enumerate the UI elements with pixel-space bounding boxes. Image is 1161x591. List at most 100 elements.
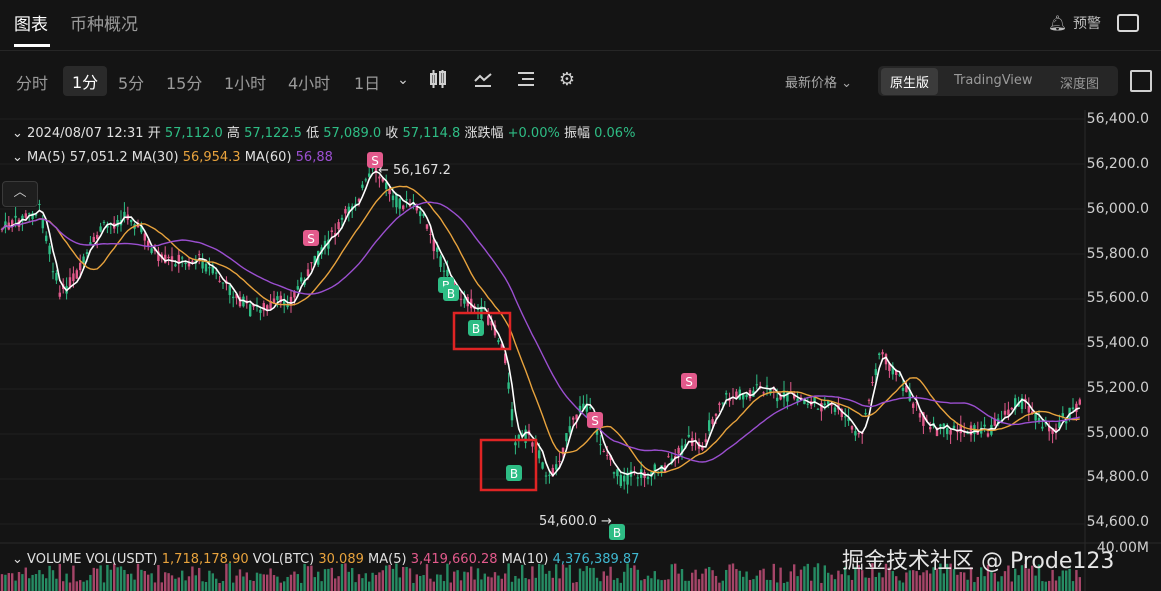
volume-bar [354, 582, 357, 591]
volume-bar [167, 573, 170, 591]
y-axis-label: 56,200.0 [1086, 156, 1149, 172]
collapse-caret-icon[interactable]: ⌄ [12, 126, 23, 141]
candle-body [704, 439, 707, 443]
candle-body [854, 431, 857, 436]
collapse-caret-icon[interactable]: ⌄ [12, 150, 23, 165]
alert-button[interactable]: 🔔︎ 预警 [1048, 13, 1101, 33]
volume-bar [259, 573, 262, 591]
candle-body [558, 460, 561, 462]
candle-body [555, 464, 558, 470]
volume-bar [1034, 575, 1037, 591]
volume-bar [541, 564, 544, 591]
volume-bar [211, 573, 214, 591]
fullscreen-icon[interactable] [1130, 70, 1152, 92]
buy-marker[interactable]: B [443, 285, 459, 301]
price-type-select[interactable]: 最新价格 ⌄ [785, 72, 852, 91]
volume-bar [313, 577, 316, 591]
candle-body [395, 193, 398, 208]
candle-body [983, 424, 986, 427]
volume-bar [816, 563, 820, 591]
interval-15m[interactable]: 15分 [166, 70, 202, 94]
volume-bar [7, 573, 10, 591]
volume-bar [317, 571, 320, 591]
volume-bar [266, 574, 269, 591]
volume-bar [752, 579, 755, 591]
volume-bar [799, 569, 803, 591]
tab-chart[interactable]: 图表 [14, 10, 48, 35]
view-depth[interactable]: 深度图 [1060, 73, 1099, 92]
volume-bar [96, 568, 99, 591]
candle-body [850, 426, 854, 430]
candle-body [619, 474, 622, 486]
candle-body [687, 434, 690, 437]
volume-bar [306, 566, 310, 591]
view-native[interactable]: 原生版 [881, 68, 939, 95]
interval-1m[interactable]: 1分 [63, 66, 108, 96]
candle-body [510, 409, 514, 421]
candle-body [612, 472, 616, 474]
candle-body [344, 209, 347, 214]
sell-marker[interactable]: S [587, 412, 603, 428]
volume-bar [850, 579, 854, 591]
high-annotation: ← 56,167.2 [378, 163, 451, 178]
candle-body [949, 430, 952, 435]
volume-bar [483, 573, 486, 591]
candle-body [174, 264, 177, 267]
candle-body [844, 416, 847, 418]
volume-bar [340, 564, 344, 591]
tab-coin-overview[interactable]: 币种概况 [70, 10, 138, 35]
amplitude-value: 0.06% [594, 126, 636, 141]
interval-4h[interactable]: 4小时 [288, 70, 330, 94]
candle-body [218, 280, 221, 282]
collapse-caret-icon[interactable]: ⌄ [12, 552, 23, 567]
svg-text:B: B [447, 287, 455, 301]
volume-bar [119, 566, 123, 591]
y-axis-label: 56,000.0 [1086, 201, 1149, 217]
candle-body [531, 442, 534, 447]
candle-body [541, 462, 544, 469]
y-axis-label: 55,800.0 [1086, 246, 1149, 262]
volume-bar [905, 572, 908, 591]
drawing-list-icon[interactable] [515, 69, 537, 91]
candle-body [296, 286, 299, 290]
volume-bar [609, 566, 612, 591]
window-icon[interactable] [1117, 14, 1139, 32]
volume-bar [204, 581, 208, 591]
volume-bar [765, 579, 769, 591]
volume-bar [820, 582, 823, 591]
volume-bar [833, 579, 837, 591]
amplitude-label: 振幅 [563, 126, 590, 141]
candle-body [939, 424, 942, 427]
view-tradingview[interactable]: TradingView [954, 73, 1033, 88]
candle-body [1065, 421, 1068, 424]
candle-body [221, 282, 225, 284]
sell-marker[interactable]: S [303, 230, 319, 246]
indicator-icon[interactable] [472, 69, 494, 91]
collapse-button[interactable]: ︿ [2, 181, 38, 207]
volume-bar [48, 565, 51, 591]
interval-1h[interactable]: 1小时 [224, 70, 266, 94]
buy-marker[interactable]: B [506, 465, 522, 481]
gear-icon[interactable]: ⚙ [556, 69, 578, 91]
candlestick-icon[interactable] [427, 69, 449, 91]
candle-body [755, 384, 758, 386]
candle-body [871, 382, 874, 384]
volume-bar [429, 578, 432, 591]
interval-1d[interactable]: 1日 [354, 70, 380, 94]
interval-timeshare[interactable]: 分时 [16, 70, 48, 94]
volume-bar [867, 577, 871, 591]
volume-bar [303, 564, 306, 591]
buy-marker[interactable]: B [468, 320, 484, 336]
sell-marker[interactable]: S [681, 373, 697, 389]
candle-body [293, 291, 296, 298]
volume-bar [337, 576, 340, 591]
chevron-down-icon[interactable]: ⌄ [392, 69, 414, 91]
interval-5m[interactable]: 5分 [118, 70, 144, 94]
y-axis-label: 54,600.0 [1086, 514, 1149, 530]
volume-bar [157, 564, 160, 591]
volume-bar [425, 564, 429, 591]
low-annotation: 54,600.0 → [539, 514, 612, 529]
volume-bar [538, 563, 541, 591]
volume-bar [1044, 581, 1047, 591]
candle-body [391, 195, 395, 201]
